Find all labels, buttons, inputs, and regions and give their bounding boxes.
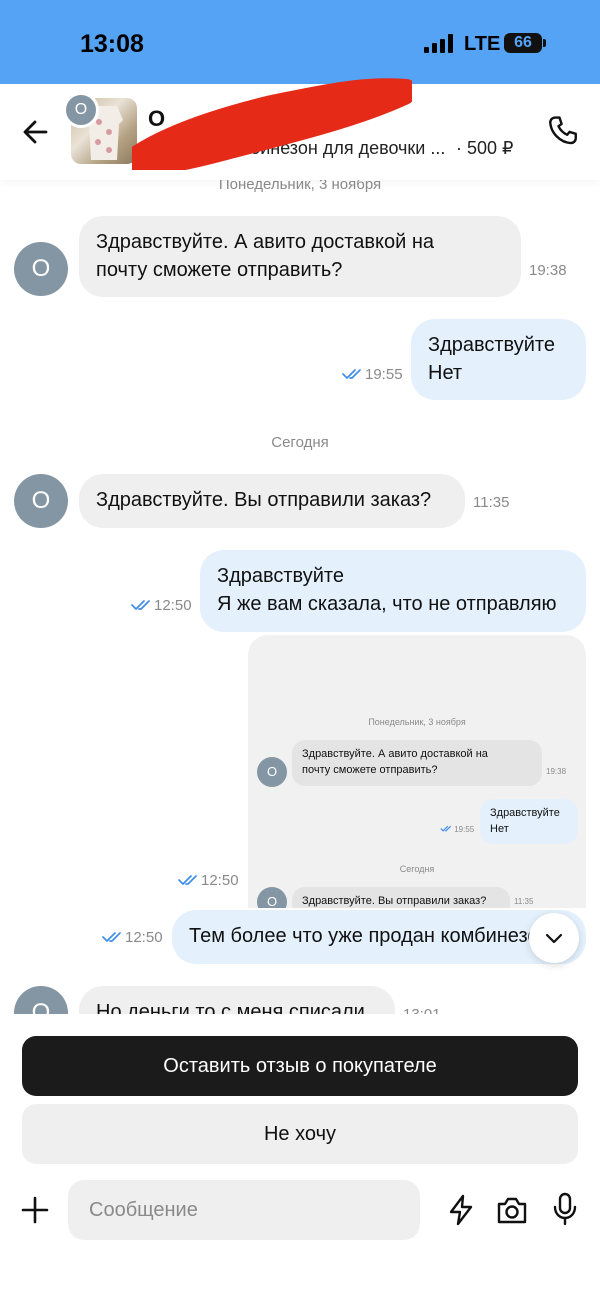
status-bar: 13:08 LTE 66 — [0, 0, 600, 84]
message-time-read: 12:50 — [178, 872, 239, 889]
read-ticks-icon — [131, 600, 150, 610]
message-line: Тем более что уже продан комбинезон — [189, 925, 550, 947]
screenshot-message-incoming: Здравствуйте. Вы отправили заказ? — [292, 887, 510, 908]
message-incoming[interactable]: Здравствуйте. А авито доставкой на почту… — [79, 216, 521, 297]
message-incoming[interactable]: Здравствуйте. Вы отправили заказ? — [79, 474, 465, 528]
screenshot-time: 11:35 — [514, 897, 534, 906]
message-time: 19:38 — [529, 262, 567, 279]
message-outgoing[interactable]: Здравствуйте Я же вам сказала, что не от… — [200, 550, 586, 632]
sender-avatar[interactable]: О — [14, 474, 68, 528]
read-ticks-icon — [342, 369, 361, 379]
message-input[interactable] — [68, 1180, 420, 1240]
lightning-icon[interactable] — [446, 1194, 476, 1226]
screenshot-line: Нет — [490, 823, 509, 835]
message-time: 12:50 — [125, 929, 163, 946]
screenshot-line: Здравствуйте. А авито доставкой на — [302, 748, 488, 760]
screenshot-time: 19:55 — [454, 825, 475, 834]
message-incoming[interactable]: Но деньги то с меня списали — [79, 986, 395, 1014]
message-time: 19:55 — [365, 366, 403, 383]
microphone-icon[interactable] — [550, 1192, 580, 1226]
screenshot-date-separator: Сегодня — [399, 864, 435, 874]
message-time: 12:50 — [201, 872, 239, 889]
signal-icon — [424, 34, 453, 53]
date-separator: Сегодня — [271, 434, 329, 451]
message-time-read: 12:50 — [102, 929, 163, 946]
message-time: 11:35 — [473, 494, 510, 511]
message-line: Нет — [428, 362, 463, 384]
message-time: 13:01 — [403, 1006, 441, 1014]
network-type: LTE — [464, 33, 501, 55]
message-line: Но деньги то с меня списали — [96, 1001, 365, 1014]
screenshot-line: Здравствуйте — [490, 807, 560, 819]
message-outgoing[interactable]: Тем более что уже продан комбинезон — [172, 910, 586, 964]
screenshot-time-read: 19:55 — [440, 825, 474, 834]
message-time: 12:50 — [154, 597, 192, 614]
scroll-down-button[interactable] — [529, 913, 579, 963]
redaction-scribble — [132, 78, 412, 170]
sender-avatar[interactable]: О — [14, 242, 68, 296]
message-time-read: 19:55 — [342, 366, 403, 383]
screenshot-date-separator: Понедельник, 3 ноября — [368, 717, 466, 727]
read-ticks-icon — [440, 825, 452, 832]
plus-icon[interactable] — [20, 1195, 50, 1225]
read-ticks-icon — [178, 875, 197, 885]
chat-header: О О Детский комбинезон для девочки ... ·… — [0, 78, 600, 180]
image-attachment[interactable]: Понедельник, 3 ноября О Здравствуйте. А … — [248, 635, 586, 908]
leave-review-button[interactable]: Оставить отзыв о покупателе — [22, 1036, 578, 1096]
phone-icon[interactable] — [546, 114, 580, 148]
chevron-down-icon — [545, 933, 563, 944]
battery-cap — [543, 39, 546, 47]
message-line: Здравствуйте. Вы отправили заказ? — [96, 489, 432, 511]
message-line: Я же вам сказала, что не отправляю — [217, 593, 557, 615]
message-composer — [0, 1176, 600, 1246]
decline-review-button[interactable]: Не хочу — [22, 1104, 578, 1164]
camera-icon[interactable] — [495, 1194, 529, 1226]
product-price: · 500 ₽ — [456, 138, 514, 158]
screenshot-message-outgoing: Здравствуйте Нет — [480, 799, 578, 844]
contact-avatar: О — [63, 92, 99, 128]
message-line: Здравствуйте. А авито доставкой на — [96, 231, 434, 253]
message-line: Здравствуйте — [428, 334, 555, 356]
screenshot-avatar: О — [257, 887, 287, 908]
screenshot-line: Здравствуйте. Вы отправили заказ? — [302, 895, 487, 907]
status-time: 13:08 — [80, 30, 144, 58]
battery-icon: 66 — [504, 33, 542, 53]
sender-avatar[interactable]: О — [14, 986, 68, 1014]
back-arrow-icon[interactable] — [20, 116, 52, 148]
screenshot-avatar: О — [257, 757, 287, 787]
message-time-read: 12:50 — [131, 597, 192, 614]
message-outgoing[interactable]: Здравствуйте Нет — [411, 319, 586, 400]
message-line: почту сможете отправить? — [96, 259, 343, 281]
read-ticks-icon — [102, 932, 121, 942]
screenshot-message-incoming: Здравствуйте. А авито доставкой на почту… — [292, 740, 542, 786]
chat-messages[interactable]: Понедельник, 3 ноября О Здравствуйте. А … — [0, 170, 600, 1014]
screenshot-line: почту сможете отправить? — [302, 764, 438, 776]
screenshot-time: 19:38 — [546, 767, 567, 776]
message-line: Здравствуйте — [217, 565, 344, 587]
